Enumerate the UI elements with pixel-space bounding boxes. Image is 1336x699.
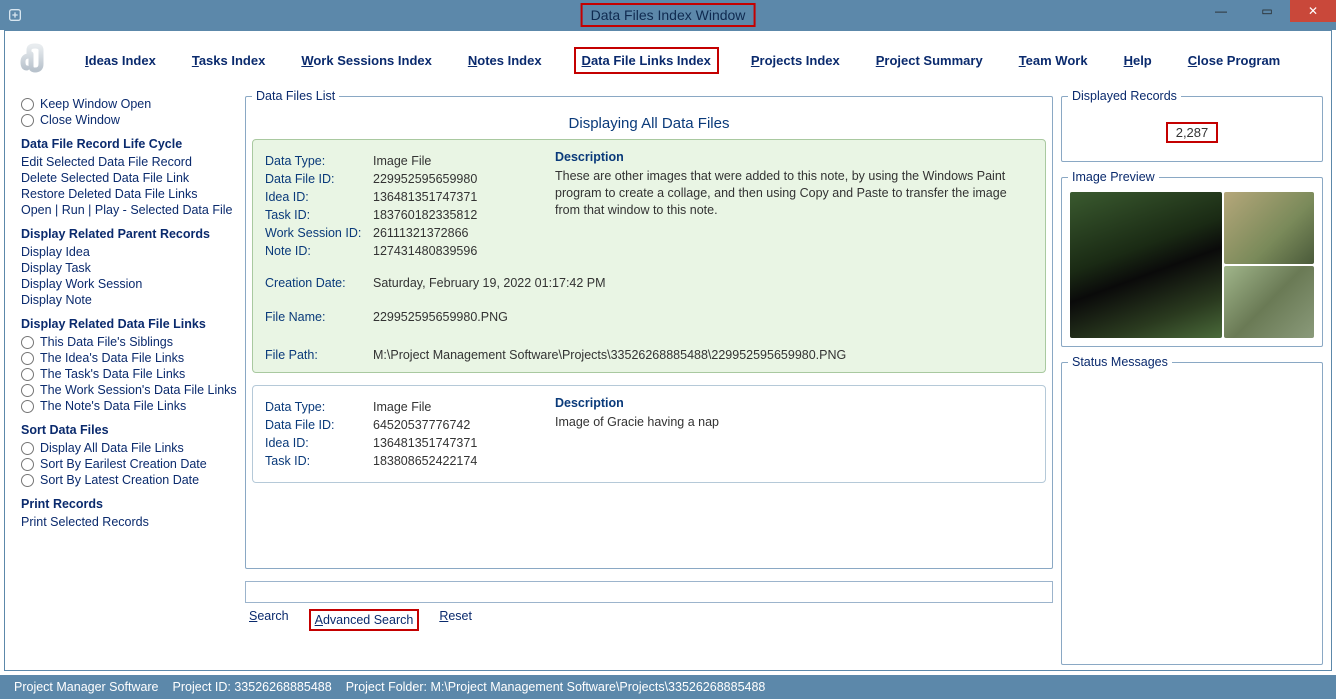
menu-tasks-index[interactable]: Tasks Index [188,51,269,70]
preview-image-thumb [1224,266,1314,338]
link-restore-links[interactable]: Restore Deleted Data File Links [21,187,237,201]
minimize-button[interactable]: — [1198,0,1244,22]
window-titlebar: Data Files Index Window — ▭ ✕ [0,0,1336,30]
radio-keep-window-open[interactable]: Keep Window Open [21,97,237,111]
list-heading: Displaying All Data Files [252,115,1046,132]
app-icon [0,0,30,30]
sort-heading: Sort Data Files [21,423,237,437]
related-heading: Display Related Data File Links [21,317,237,331]
menu-projects-index[interactable]: Projects Index [747,51,844,70]
preview-image-thumb [1224,192,1314,264]
radio-ws-links[interactable]: The Work Session's Data File Links [21,383,237,397]
radio-close-window[interactable]: Close Window [21,113,237,127]
menu-project-summary[interactable]: Project Summary [872,51,987,70]
parents-heading: Display Related Parent Records [21,227,237,241]
link-print-selected[interactable]: Print Selected Records [21,515,237,529]
link-display-note[interactable]: Display Note [21,293,237,307]
list-legend: Data Files List [252,89,339,103]
statusbar-project-id: Project ID: 33526268885488 [173,680,332,694]
data-files-list-panel: Data Files List Displaying All Data File… [245,89,1053,569]
menubar: Ideas Index Tasks Index Work Sessions In… [5,31,1331,89]
image-preview [1068,190,1316,340]
search-link[interactable]: Search [249,609,289,631]
link-edit-record[interactable]: Edit Selected Data File Record [21,155,237,169]
menu-close-program[interactable]: Close Program [1184,51,1284,70]
radio-task-links[interactable]: The Task's Data File Links [21,367,237,381]
radio-sort-earliest[interactable]: Sort By Earilest Creation Date [21,457,237,471]
reset-link[interactable]: Reset [439,609,472,631]
maximize-button[interactable]: ▭ [1244,0,1290,22]
record-card[interactable]: Data Type:Image File Data File ID:229952… [252,139,1046,373]
link-open-run-play[interactable]: Open | Run | Play - Selected Data File [21,203,237,217]
menu-work-sessions-index[interactable]: Work Sessions Index [297,51,436,70]
search-input[interactable] [245,581,1053,603]
statusbar: Project Manager Software Project ID: 335… [0,675,1336,699]
logo-icon [17,42,53,78]
menu-ideas-index[interactable]: Ideas Index [81,51,160,70]
print-heading: Print Records [21,497,237,511]
statusbar-project-folder: Project Folder: M:\Project Management So… [346,680,766,694]
link-display-task[interactable]: Display Task [21,261,237,275]
radio-display-all[interactable]: Display All Data File Links [21,441,237,455]
radio-idea-links[interactable]: The Idea's Data File Links [21,351,237,365]
sidebar: Keep Window Open Close Window Data File … [5,89,245,670]
records-scroll-area[interactable]: Data Type:Image File Data File ID:229952… [252,139,1046,562]
record-description: Image of Gracie having a nap [555,414,1033,431]
menu-help[interactable]: Help [1120,51,1156,70]
radio-sort-latest[interactable]: Sort By Latest Creation Date [21,473,237,487]
statusbar-app-name: Project Manager Software [14,680,159,694]
radio-note-links[interactable]: The Note's Data File Links [21,399,237,413]
record-description: These are other images that were added t… [555,168,1033,219]
displayed-records-count: 2,287 [1166,122,1219,143]
link-delete-link[interactable]: Delete Selected Data File Link [21,171,237,185]
advanced-search-link[interactable]: Advanced Search [309,609,420,631]
radio-siblings[interactable]: This Data File's Siblings [21,335,237,349]
radio-label: Close Window [40,113,120,127]
displayed-records-panel: Displayed Records 2,287 [1061,89,1323,162]
window-title: Data Files Index Window [581,3,756,27]
link-display-work-session[interactable]: Display Work Session [21,277,237,291]
lifecycle-heading: Data File Record Life Cycle [21,137,237,151]
menu-notes-index[interactable]: Notes Index [464,51,546,70]
status-messages-panel: Status Messages [1061,355,1323,665]
close-button[interactable]: ✕ [1290,0,1336,22]
link-display-idea[interactable]: Display Idea [21,245,237,259]
menu-team-work[interactable]: Team Work [1015,51,1092,70]
record-card[interactable]: Data Type:Image File Data File ID:645205… [252,385,1046,483]
menu-data-file-links-index[interactable]: Data File Links Index [574,47,719,74]
image-preview-panel: Image Preview [1061,170,1323,347]
radio-label: Keep Window Open [40,97,151,111]
preview-image-main [1070,192,1222,338]
